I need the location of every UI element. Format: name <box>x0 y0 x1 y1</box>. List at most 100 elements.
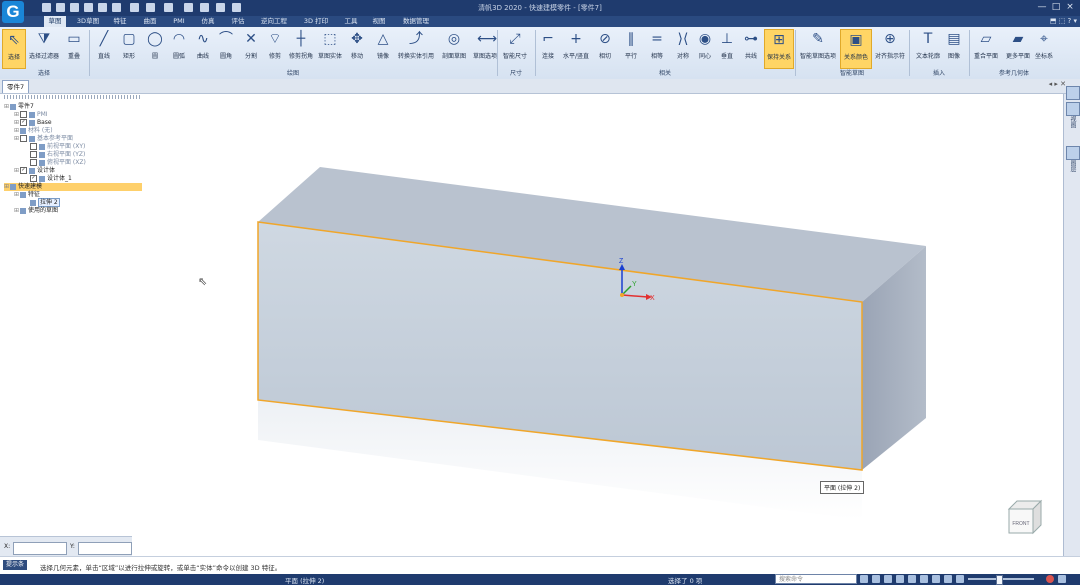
tool-arc-button[interactable]: ◠ 圆弧 <box>168 29 190 67</box>
y-coordinate-field[interactable] <box>78 542 132 555</box>
tool-alignment-button[interactable]: ⊕ 对齐指示符 <box>874 29 906 67</box>
panel-grip[interactable] <box>4 95 142 99</box>
side-tab-layer[interactable]: 图层 <box>1068 160 1077 172</box>
tool-split-button[interactable]: ✕ 分割 <box>240 29 262 67</box>
maximize-button[interactable]: □ <box>1050 2 1062 13</box>
tool-image-button[interactable]: ▤ 图像 <box>944 29 964 67</box>
visibility-checkbox[interactable] <box>30 143 37 150</box>
save-icon[interactable] <box>70 3 79 12</box>
close-button[interactable]: × <box>1064 2 1076 13</box>
tree-item[interactable]: ⊞ 使用的草图 <box>4 207 142 215</box>
tool-fillet-button[interactable]: ⌒ 圆角 <box>215 29 237 67</box>
tree-item[interactable]: ⊞ 材料 (无) <box>4 127 142 135</box>
tool-offset-fillet-button[interactable]: ┼ 修剪拐角 <box>288 29 314 67</box>
tool-parallel-button[interactable]: ∥ 平行 <box>620 29 642 67</box>
share-icon[interactable] <box>860 575 868 583</box>
tool-rename-button[interactable]: ▭ 重叠 <box>62 29 86 67</box>
tool-collinear-button[interactable]: ⊶ 共线 <box>740 29 762 67</box>
tool-trim-button[interactable]: ⌔ 修剪 <box>264 29 286 67</box>
play-icon[interactable] <box>232 3 241 12</box>
zoom-slider-thumb[interactable] <box>996 575 1003 585</box>
open-file-icon[interactable] <box>56 3 65 12</box>
options-icon[interactable] <box>130 3 139 12</box>
minimize-button[interactable]: — <box>1036 2 1048 13</box>
redo-icon[interactable] <box>98 3 107 12</box>
visibility-checkbox[interactable]: ✓ <box>20 119 27 126</box>
lock-icon[interactable] <box>956 575 964 583</box>
side-tab-view[interactable]: 视图 <box>1068 116 1077 128</box>
tree-item[interactable]: ⊞ PMI <box>4 111 142 119</box>
visibility-checkbox[interactable] <box>20 111 27 118</box>
tab-reverse-engineering[interactable]: 逆向工程 <box>256 16 292 27</box>
tab-data-management[interactable]: 数据管理 <box>396 16 436 27</box>
tree-item[interactable]: 前视平面 (XY) <box>4 143 142 151</box>
visibility-checkbox[interactable] <box>30 151 37 158</box>
command-search-input[interactable]: 搜索命令 <box>775 574 857 584</box>
visibility-checkbox[interactable] <box>20 135 27 142</box>
tool-select-button[interactable]: ⇖ 选择 <box>2 29 26 69</box>
tree-item[interactable]: ⊞ 特征 <box>4 191 142 199</box>
view-orient-icon[interactable] <box>920 575 928 583</box>
shading-icon[interactable] <box>932 575 940 583</box>
tool-tangent-button[interactable]: ⊘ 相切 <box>594 29 616 67</box>
tool-line-button[interactable]: ╱ 直线 <box>94 29 114 67</box>
tab-sketch[interactable]: 草图 <box>44 16 66 27</box>
pin-icon[interactable] <box>1066 86 1080 100</box>
tools-icon[interactable] <box>200 3 209 12</box>
measure-icon[interactable] <box>184 3 193 12</box>
x-coordinate-field[interactable] <box>13 542 67 555</box>
tree-item[interactable]: ⊞ 基本参考平面 <box>4 135 142 143</box>
app-logo[interactable]: G <box>2 1 24 23</box>
tab-surface[interactable]: 曲面 <box>138 16 162 27</box>
tree-item[interactable]: ⊞ 快速建模 <box>4 183 142 191</box>
tool-move-button[interactable]: ✥ 移动 <box>346 29 368 67</box>
tool-rect-button[interactable]: ▢ 矩形 <box>118 29 140 67</box>
tool-concentric-button[interactable]: ◉ 同心 <box>694 29 716 67</box>
display-panel-icon[interactable] <box>1066 146 1080 160</box>
zoom-area-icon[interactable] <box>872 575 880 583</box>
stop-icon[interactable] <box>1046 575 1054 583</box>
tree-item[interactable]: ⊞ ✓ Base <box>4 119 142 127</box>
tree-item[interactable]: 拉伸 2 <box>4 198 142 207</box>
tool-keep-relations-button[interactable]: ⊞ 保持关系 <box>764 29 794 69</box>
tool-section-sketch-button[interactable]: ◎ 剖面草图 <box>438 29 470 67</box>
tool-perpendicular-button[interactable]: ⊥ 垂直 <box>716 29 738 67</box>
tool-smart-sketch-options-button[interactable]: ✎ 智能草图选项 <box>798 29 838 67</box>
view-cube[interactable]: FRONT <box>1003 497 1045 539</box>
zoom-icon[interactable] <box>146 3 155 12</box>
document-nav-buttons[interactable]: ◂ ▸ ✕ <box>1049 80 1066 88</box>
tool-coincident-plane-button[interactable]: ▱ 重合平面 <box>972 29 1000 67</box>
3d-viewport[interactable] <box>145 94 1062 556</box>
tree-item[interactable]: ✓ 设计体_1 <box>4 175 142 183</box>
tab-3d-sketch[interactable]: 3D草图 <box>72 16 104 27</box>
tool-curve-button[interactable]: ∿ 曲线 <box>192 29 214 67</box>
tab-pmi[interactable]: PMI <box>168 16 190 27</box>
tab-feature[interactable]: 特征 <box>108 16 132 27</box>
visibility-checkbox[interactable]: ✓ <box>30 175 37 182</box>
tree-item[interactable]: 俯视平面 (XZ) <box>4 159 142 167</box>
rotate-icon[interactable] <box>908 575 916 583</box>
document-tab[interactable]: 零件7 <box>2 80 30 93</box>
tool-sketch-options-button[interactable]: ⟷ 草图选项 <box>472 29 498 67</box>
tree-item[interactable]: 右视平面 (YZ) <box>4 151 142 159</box>
tool-convert-ref-button[interactable]: ⤴ 转换实体引用 <box>398 29 434 67</box>
filter-icon[interactable] <box>216 3 225 12</box>
tool-mirror-button[interactable]: △ 镜像 <box>372 29 394 67</box>
tab-simulation[interactable]: 仿真 <box>196 16 220 27</box>
visibility-checkbox[interactable]: ✓ <box>20 167 27 174</box>
tab-tools[interactable]: 工具 <box>340 16 362 27</box>
ribbon-help-icons[interactable]: ⬒ ⬚ ? ▾ <box>1050 17 1077 25</box>
tab-evaluate[interactable]: 评估 <box>226 16 250 27</box>
display-style-icon[interactable] <box>944 575 952 583</box>
tool-smart-dim-button[interactable]: ⤢ 智能尺寸 <box>502 29 528 67</box>
pan-icon[interactable] <box>896 575 904 583</box>
layers-panel-icon[interactable] <box>1066 102 1080 116</box>
tool-circle-button[interactable]: ◯ 圆 <box>144 29 166 67</box>
undo-icon[interactable] <box>84 3 93 12</box>
zoom-fit-icon[interactable] <box>884 575 892 583</box>
tool-text-outline-button[interactable]: T 文本轮廓 <box>914 29 942 67</box>
tree-item[interactable]: ⊞ ✓ 设计体 <box>4 167 142 175</box>
tool-coincident-button[interactable]: ⌐ 连接 <box>538 29 558 67</box>
help-icon[interactable] <box>164 3 173 12</box>
tool-relation-color-button[interactable]: ▣ 关系颜色 <box>840 29 872 69</box>
